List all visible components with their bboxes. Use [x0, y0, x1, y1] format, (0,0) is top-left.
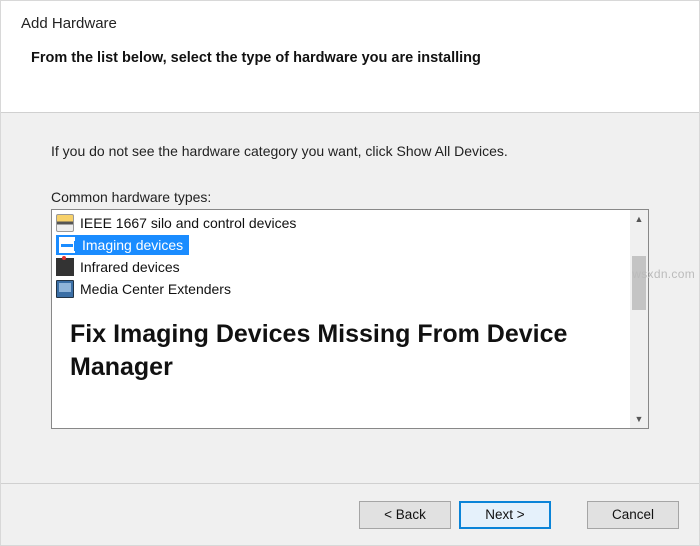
list-item-label: Media Center Extenders: [80, 281, 231, 297]
cancel-button[interactable]: Cancel: [587, 501, 679, 529]
scroll-down-button[interactable]: ▼: [630, 410, 648, 428]
wizard-footer: < Back Next > Cancel: [1, 483, 699, 545]
info-text: If you do not see the hardware category …: [51, 143, 649, 159]
window-title: Add Hardware: [21, 15, 679, 32]
list-label: Common hardware types:: [51, 189, 649, 205]
infrared-devices-icon: [56, 258, 74, 276]
scrollbar-vertical[interactable]: ▲ ▼: [630, 210, 648, 428]
next-button[interactable]: Next >: [459, 501, 551, 529]
list-item[interactable]: Media Center Extenders: [52, 278, 630, 300]
imaging-devices-icon: [58, 236, 76, 254]
scroll-thumb[interactable]: [632, 256, 646, 310]
list-item-label: Infrared devices: [80, 259, 180, 275]
wizard-subtitle: From the list below, select the type of …: [31, 50, 679, 66]
list-item-label: Imaging devices: [82, 237, 183, 253]
overlay-caption: Fix Imaging Devices Missing From Device …: [70, 318, 598, 383]
list-item[interactable]: Infrared devices: [52, 256, 630, 278]
list-item[interactable]: IEEE 1667 silo and control devices: [52, 212, 630, 234]
hardware-types-listbox[interactable]: IEEE 1667 silo and control devices Imagi…: [51, 209, 649, 429]
wizard-body: If you do not see the hardware category …: [1, 113, 699, 485]
media-center-icon: [56, 280, 74, 298]
list-item-label: IEEE 1667 silo and control devices: [80, 215, 296, 231]
back-button[interactable]: < Back: [359, 501, 451, 529]
scroll-up-button[interactable]: ▲: [630, 210, 648, 228]
listbox-inner: IEEE 1667 silo and control devices Imagi…: [52, 210, 630, 428]
ieee-1667-icon: [56, 214, 74, 232]
list-item[interactable]: Imaging devices: [52, 234, 630, 256]
watermark-text: wsxdn.com: [632, 267, 695, 281]
wizard-header: Add Hardware From the list below, select…: [1, 1, 699, 113]
